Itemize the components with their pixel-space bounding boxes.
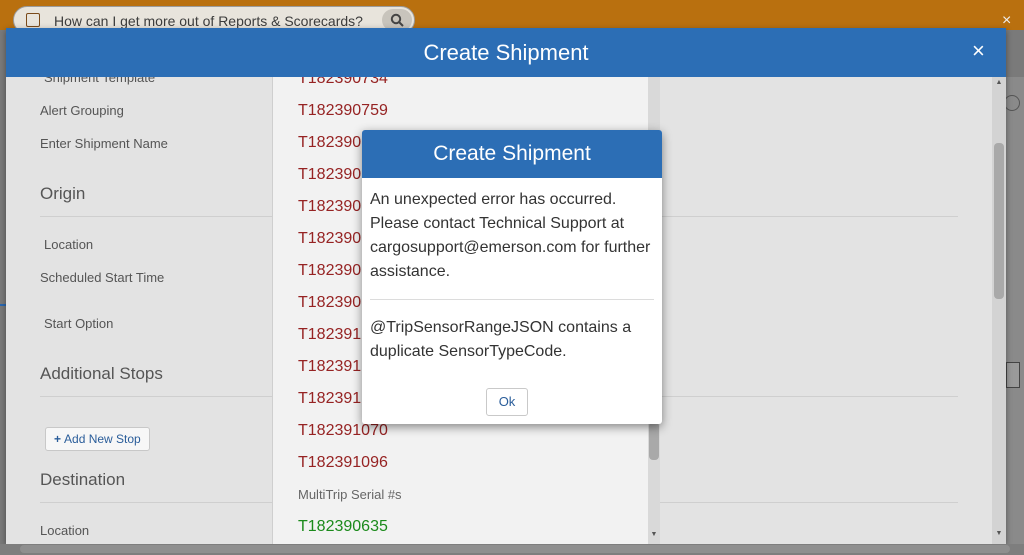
help-search-text: How can I get more out of Reports & Scor… <box>54 13 363 29</box>
section-destination: Destination <box>40 470 126 489</box>
modal-scroll-up-icon[interactable]: ▲ <box>994 79 1004 86</box>
label-destination-location: Location <box>40 523 90 538</box>
error-dialog: Create Shipment An unexpected error has … <box>362 130 662 424</box>
page-circle-icon <box>1004 95 1020 111</box>
serial-option[interactable]: T182391096 <box>298 454 388 472</box>
plus-icon: + <box>54 432 62 446</box>
modal-title: Create Shipment <box>423 40 589 65</box>
section-additional-stops: Additional Stops <box>40 364 163 383</box>
multitrip-header: MultiTrip Serial #s <box>298 487 402 502</box>
add-new-stop-button[interactable]: + Add New Stop <box>45 427 150 451</box>
label-scheduled-start: Scheduled Start Time <box>40 270 165 285</box>
multitrip-serial-option[interactable]: T182390635 <box>298 518 388 536</box>
page-right-edge <box>1006 77 1024 555</box>
edit-icon <box>26 13 40 27</box>
label-shipment-template: Shipment Template <box>44 77 156 85</box>
serial-option[interactable]: T182390 <box>298 166 361 184</box>
error-detail: @TripSensorRangeJSON contains a duplicat… <box>370 319 632 360</box>
error-message: An unexpected error has occurred. Please… <box>370 191 651 280</box>
serial-option[interactable]: T182390734 <box>298 77 388 88</box>
modal-header: Create Shipment × <box>6 28 1006 77</box>
serial-option[interactable]: T182391 <box>298 326 361 344</box>
serial-option[interactable]: T182391 <box>298 358 361 376</box>
search-icon <box>390 13 404 27</box>
page-horizontal-scrollbar[interactable] <box>20 545 1010 553</box>
serial-option[interactable]: T182391070 <box>298 422 388 440</box>
label-alert-grouping: Alert Grouping <box>40 103 124 118</box>
modal-scroll-thumb[interactable] <box>994 143 1004 299</box>
serial-list-scroll-down-icon[interactable]: ▼ <box>650 531 658 541</box>
serial-option[interactable]: T182390 <box>298 230 361 248</box>
serial-option[interactable]: T182390759 <box>298 102 388 120</box>
serial-option[interactable]: T182390 <box>298 198 361 216</box>
serial-option[interactable]: T182390 <box>298 262 361 280</box>
label-start-option: Start Option <box>44 316 114 331</box>
modal-close-icon[interactable]: × <box>972 38 985 64</box>
ok-button[interactable]: Ok <box>486 388 528 416</box>
modal-scroll-down-icon[interactable]: ▼ <box>994 530 1004 537</box>
serial-option[interactable]: T182390 <box>298 294 361 312</box>
label-origin-location: Location <box>44 237 94 252</box>
dialog-title: Create Shipment <box>433 142 591 165</box>
serial-option[interactable]: T182391 <box>298 390 361 408</box>
label-shipment-name: Enter Shipment Name <box>40 136 168 151</box>
section-origin: Origin <box>40 184 86 203</box>
serial-option[interactable]: T182390 <box>298 134 361 152</box>
serial-list-scroll-thumb[interactable] <box>649 422 659 460</box>
add-new-stop-label: Add New Stop <box>64 432 141 446</box>
dialog-divider <box>370 299 654 300</box>
dialog-header: Create Shipment <box>362 130 662 178</box>
page-side-control <box>1006 362 1020 388</box>
